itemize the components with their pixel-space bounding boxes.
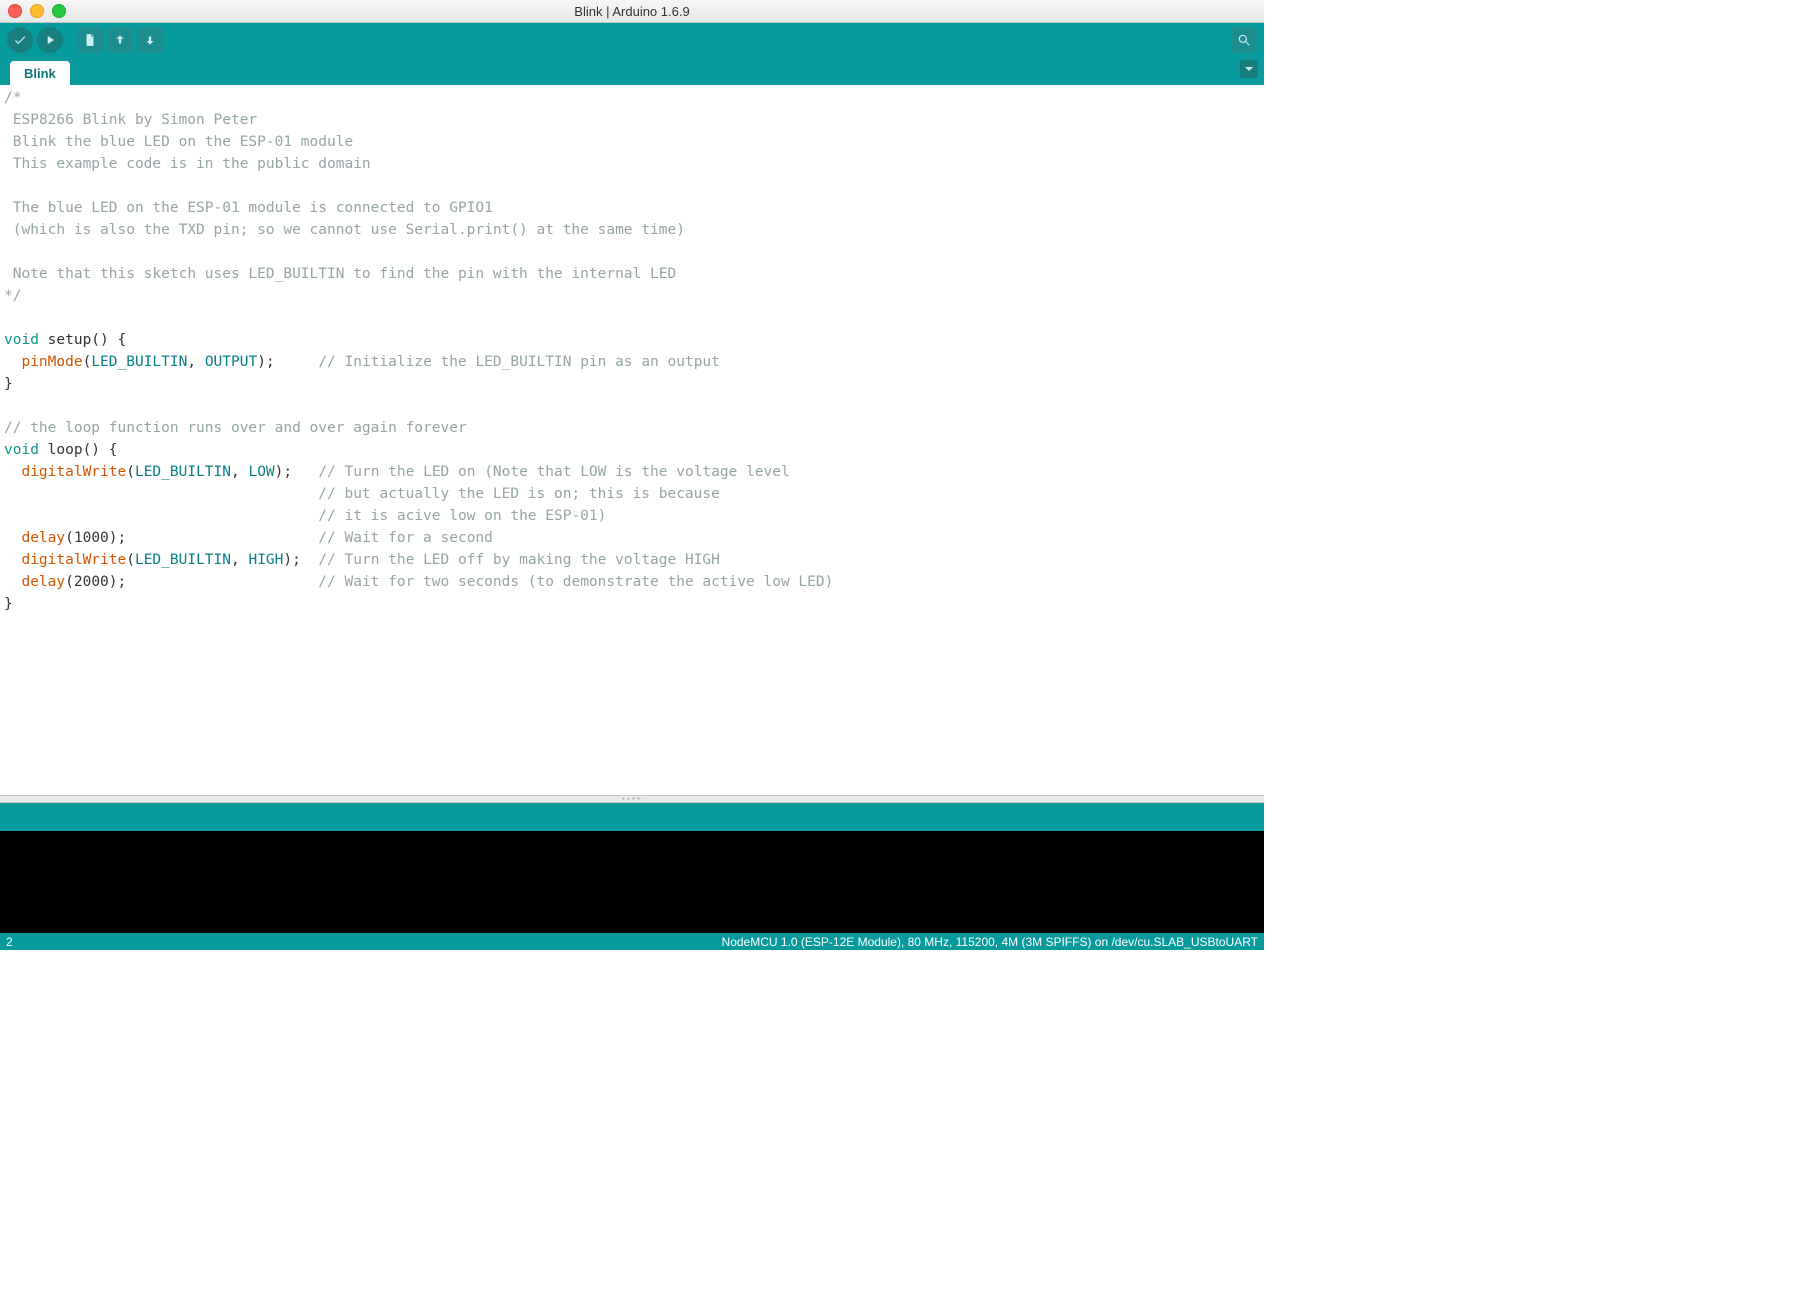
footer-bar: 2 NodeMCU 1.0 (ESP-12E Module), 80 MHz, … <box>0 933 1264 950</box>
window-controls <box>8 4 66 18</box>
window-titlebar: Blink | Arduino 1.6.9 <box>0 0 1264 23</box>
line-number: 2 <box>6 935 13 949</box>
arrow-right-icon <box>43 33 57 47</box>
verify-button[interactable] <box>7 27 33 53</box>
arrow-down-icon <box>143 33 157 47</box>
zoom-window-button[interactable] <box>52 4 66 18</box>
open-sketch-button[interactable] <box>107 27 133 53</box>
window-title: Blink | Arduino 1.6.9 <box>574 4 689 19</box>
toolbar <box>0 23 1264 57</box>
new-sketch-button[interactable] <box>77 27 103 53</box>
minimize-window-button[interactable] <box>30 4 44 18</box>
sketch-tab-bar: Blink <box>0 57 1264 85</box>
console-output[interactable] <box>0 831 1264 933</box>
board-status: NodeMCU 1.0 (ESP-12E Module), 80 MHz, 11… <box>722 935 1258 949</box>
sketch-tab-blink[interactable]: Blink <box>10 61 70 85</box>
status-strip <box>0 803 1264 831</box>
code-text: /* ESP8266 Blink by Simon Peter Blink th… <box>4 87 1260 615</box>
upload-button[interactable] <box>37 27 63 53</box>
chevron-down-icon <box>1244 64 1254 74</box>
code-editor[interactable]: /* ESP8266 Blink by Simon Peter Blink th… <box>0 85 1264 795</box>
save-sketch-button[interactable] <box>137 27 163 53</box>
tab-menu-button[interactable] <box>1240 60 1258 78</box>
serial-monitor-button[interactable] <box>1231 27 1257 53</box>
arrow-up-icon <box>113 33 127 47</box>
file-icon <box>83 33 97 47</box>
magnifier-icon <box>1237 33 1251 47</box>
check-icon <box>13 33 27 47</box>
editor-console-divider[interactable] <box>0 795 1264 803</box>
close-window-button[interactable] <box>8 4 22 18</box>
